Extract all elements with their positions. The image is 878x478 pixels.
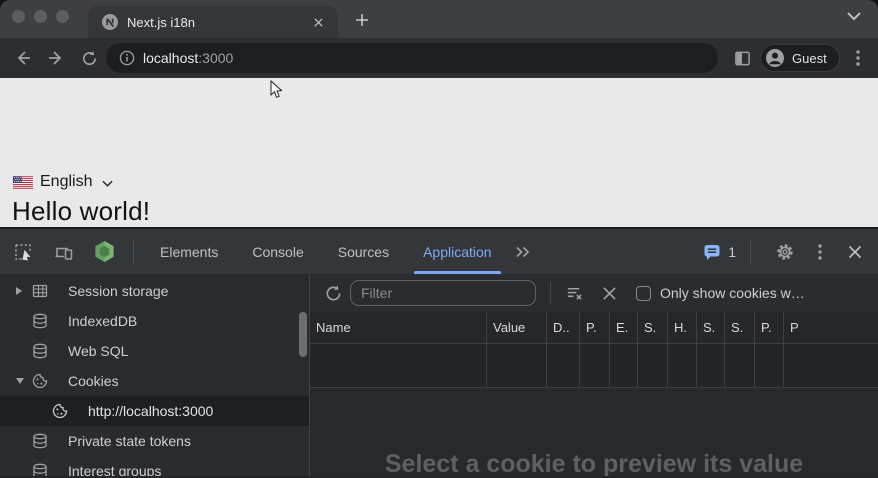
column-header-size[interactable]: S. — [638, 312, 668, 343]
close-window-button[interactable] — [12, 10, 25, 23]
address-bar[interactable]: localhost:3000 — [106, 43, 718, 73]
disclosure-collapsed-icon[interactable] — [16, 287, 32, 295]
maximize-window-button[interactable] — [56, 10, 69, 23]
application-sidebar: Session storage IndexedDB — [0, 274, 310, 476]
clear-filter-icon[interactable] — [562, 281, 586, 305]
tab-console[interactable]: Console — [235, 229, 320, 274]
site-info-icon[interactable] — [119, 50, 135, 66]
tab-application[interactable]: Application — [406, 229, 509, 274]
window-controls[interactable] — [12, 10, 69, 23]
devtools-toolbar-right: 1 — [703, 240, 878, 264]
cookies-panel: Only show cookies w… Name Value D.. P. E… — [310, 274, 878, 476]
column-header-secure[interactable]: S. — [697, 312, 725, 343]
only-show-cookies-checkbox[interactable] — [636, 286, 651, 301]
settings-gear-icon[interactable] — [772, 240, 798, 264]
language-chevron-icon — [102, 180, 113, 187]
column-header-name[interactable]: Name — [310, 312, 487, 343]
node-devtools-icon[interactable] — [92, 240, 116, 264]
cookies-toolbar: Only show cookies w… — [310, 274, 878, 312]
column-header-path[interactable]: P. — [580, 312, 610, 343]
issues-counter[interactable]: 1 — [703, 243, 736, 261]
column-header-value[interactable]: Value — [487, 312, 547, 343]
back-button[interactable] — [11, 46, 35, 70]
nextjs-favicon-icon — [102, 14, 118, 30]
page-heading: Hello world! — [12, 196, 150, 227]
minimize-window-button[interactable] — [34, 10, 47, 23]
sidebar-item-session-storage[interactable]: Session storage — [0, 276, 309, 306]
database-icon — [32, 313, 54, 329]
forward-button[interactable] — [44, 46, 68, 70]
table-grid-icon — [32, 283, 54, 299]
address-port: :3000 — [198, 50, 233, 66]
refresh-cookies-icon[interactable] — [321, 281, 345, 305]
inspect-element-icon[interactable] — [11, 240, 35, 264]
profile-name: Guest — [792, 51, 827, 66]
devtools-toolbar: Elements Console Sources Application — [0, 229, 878, 274]
language-switcher[interactable]: English — [13, 173, 113, 191]
sidebar-item-private-state-tokens[interactable]: Private state tokens — [0, 426, 309, 456]
database-icon — [32, 343, 54, 359]
database-icon — [32, 463, 54, 476]
sidebar-scrollbar[interactable] — [299, 312, 307, 357]
devtools-tabs: Elements Console Sources Application — [143, 229, 537, 274]
column-header-priority[interactable]: P — [784, 312, 878, 343]
devtools-close-icon[interactable] — [842, 240, 868, 264]
cookie-icon — [32, 373, 54, 389]
sidebar-item-web-sql[interactable]: Web SQL — [0, 336, 309, 366]
browser-tab[interactable]: Next.js i18n — [88, 6, 338, 38]
tab-strip: Next.js i18n — [0, 0, 878, 38]
reload-button[interactable] — [77, 46, 101, 70]
sidebar-item-indexeddb[interactable]: IndexedDB — [0, 306, 309, 336]
cookie-icon — [52, 403, 74, 419]
tab-sources[interactable]: Sources — [321, 229, 406, 274]
column-header-samesite[interactable]: S. — [725, 312, 755, 343]
tab-close-icon[interactable] — [310, 14, 326, 30]
more-tabs-icon[interactable] — [509, 229, 537, 274]
toolbar-divider — [750, 240, 751, 264]
side-panel-button[interactable] — [731, 47, 753, 69]
column-header-httponly[interactable]: H. — [668, 312, 697, 343]
browser-menu-button[interactable] — [848, 46, 868, 70]
sidebar-item-cookies[interactable]: Cookies — [0, 366, 309, 396]
sidebar-item-cookies-localhost[interactable]: http://localhost:3000 — [0, 396, 309, 426]
browser-toolbar: localhost:3000 Guest — [0, 38, 878, 78]
toolbar-divider — [133, 240, 134, 264]
new-tab-button[interactable] — [348, 6, 376, 34]
toolbar-divider — [550, 282, 551, 304]
device-toolbar-icon[interactable] — [52, 240, 76, 264]
column-header-partition[interactable]: P. — [755, 312, 784, 343]
address-host: localhost — [143, 50, 198, 66]
cookie-preview-empty-message: Select a cookie to preview its value — [385, 450, 803, 476]
mouse-cursor — [270, 80, 282, 99]
devtools-panel: Elements Console Sources Application — [0, 229, 878, 478]
avatar-icon — [765, 48, 785, 68]
only-show-cookies-label: Only show cookies w… — [660, 285, 878, 301]
active-tab-underline — [414, 271, 501, 274]
tab-search-chevron-icon[interactable] — [846, 11, 864, 27]
profile-button[interactable]: Guest — [760, 44, 840, 72]
browser-window: Next.js i18n — [0, 0, 878, 478]
database-icon — [32, 433, 54, 449]
devtools-menu-icon[interactable] — [807, 240, 833, 264]
issues-count: 1 — [728, 244, 736, 260]
page-content: English Hello world! — [0, 78, 878, 227]
cookies-table-header[interactable]: Name Value D.. P. E. S. H. S. S. P. P — [310, 312, 878, 344]
column-header-domain[interactable]: D.. — [547, 312, 580, 343]
address-url[interactable]: localhost:3000 — [143, 50, 233, 66]
us-flag-icon — [13, 176, 33, 189]
sidebar-item-interest-groups[interactable]: Interest groups — [0, 456, 309, 476]
issues-bubble-icon — [703, 243, 721, 261]
cookies-filter-input[interactable] — [350, 280, 536, 306]
disclosure-expanded-icon[interactable] — [16, 378, 32, 384]
delete-cookies-icon[interactable] — [597, 281, 621, 305]
cookies-table-empty-row[interactable] — [310, 344, 878, 388]
tab-elements[interactable]: Elements — [143, 229, 235, 274]
column-header-expires[interactable]: E. — [610, 312, 638, 343]
language-label: English — [40, 173, 92, 191]
application-panel: Session storage IndexedDB — [0, 274, 878, 476]
cookies-table: Name Value D.. P. E. S. H. S. S. P. P — [310, 312, 878, 388]
tab-title: Next.js i18n — [127, 15, 195, 30]
cookie-preview-pane: Select a cookie to preview its value — [310, 388, 878, 476]
